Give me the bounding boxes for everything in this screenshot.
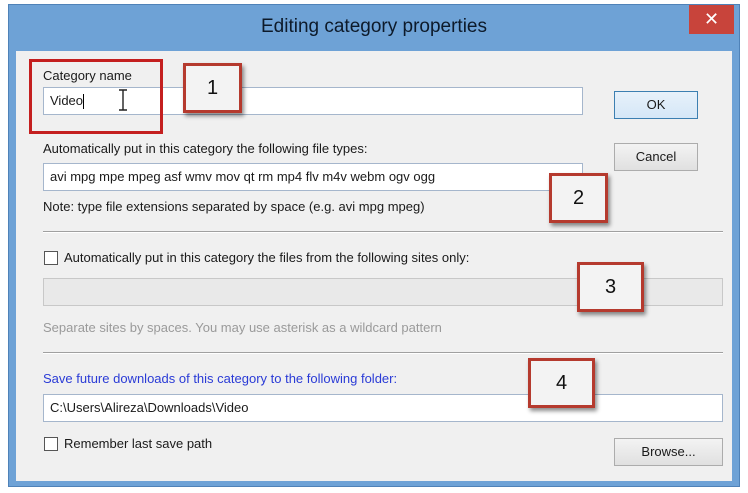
- separator: [43, 352, 723, 354]
- ok-button[interactable]: OK: [614, 91, 698, 119]
- separator: [43, 231, 723, 233]
- close-button[interactable]: ✕: [689, 5, 734, 34]
- title-bar[interactable]: Editing category properties ✕: [9, 5, 739, 51]
- file-types-label: Automatically put in this category the f…: [43, 141, 368, 156]
- file-types-note: Note: type file extensions separated by …: [43, 199, 425, 214]
- callout-1: 1: [183, 63, 242, 113]
- cancel-button[interactable]: Cancel: [614, 143, 698, 171]
- sites-note: Separate sites by spaces. You may use as…: [43, 320, 442, 335]
- dialog-title: Editing category properties: [260, 16, 487, 37]
- highlight-frame: [29, 59, 163, 134]
- remember-path-label[interactable]: Remember last save path: [64, 436, 212, 451]
- sites-only-checkbox[interactable]: [44, 251, 58, 265]
- remember-path-checkbox[interactable]: [44, 437, 58, 451]
- callout-2: 2: [549, 173, 608, 223]
- folder-input[interactable]: C:\Users\Alireza\Downloads\Video: [43, 394, 723, 422]
- folder-label: Save future downloads of this category t…: [43, 371, 398, 386]
- browse-button[interactable]: Browse...: [614, 438, 723, 466]
- close-icon: ✕: [703, 9, 720, 29]
- callout-3: 3: [577, 262, 644, 312]
- callout-4: 4: [528, 358, 595, 408]
- file-types-input[interactable]: avi mpg mpe mpeg asf wmv mov qt rm mp4 f…: [43, 163, 583, 191]
- sites-only-label[interactable]: Automatically put in this category the f…: [64, 250, 469, 265]
